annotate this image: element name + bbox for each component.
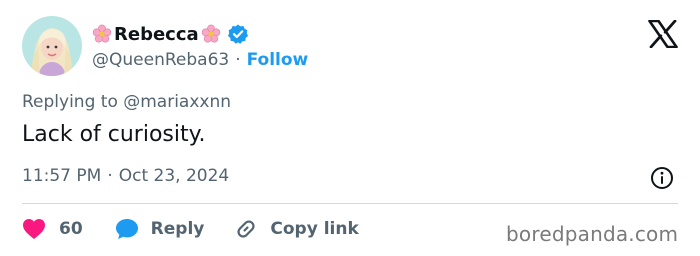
cherry-blossom-icon	[201, 24, 221, 44]
author-name-row[interactable]: Rebecca	[92, 21, 249, 47]
author-handle-row: @QueenReba63 · Follow	[92, 48, 308, 72]
watermark: boredpanda.com	[506, 222, 679, 246]
tweet-timestamp[interactable]: 11:57 PM · Oct 23, 2024	[22, 166, 229, 186]
avatar[interactable]	[22, 16, 82, 76]
separator-dot: ·	[235, 50, 241, 70]
author-handle[interactable]: @QueenReba63	[92, 50, 229, 70]
tweet-card: Rebecca @QueenReba63 · Follow Replying t…	[0, 0, 700, 256]
like-count: 60	[59, 219, 83, 239]
reply-button[interactable]: Reply	[115, 218, 205, 240]
x-logo-icon[interactable]	[648, 19, 678, 49]
heart-icon	[23, 219, 45, 239]
tweet-time: 11:57 PM	[22, 166, 102, 186]
follow-button[interactable]: Follow	[247, 50, 309, 70]
timestamp-separator: ·	[107, 166, 113, 186]
link-icon	[237, 220, 255, 238]
cherry-blossom-icon	[92, 24, 112, 44]
tweet-actions: 60 Reply Copy link	[22, 215, 359, 243]
verified-badge-icon	[227, 23, 249, 45]
like-button[interactable]: 60	[22, 218, 83, 240]
tweet-text: Lack of curiosity.	[22, 122, 206, 147]
info-icon[interactable]	[650, 166, 674, 190]
copy-link-button[interactable]: Copy link	[234, 217, 359, 241]
copy-link-label: Copy link	[270, 219, 359, 239]
replying-to-label: Replying to @mariaxxnn	[22, 92, 232, 112]
tweet-date: Oct 23, 2024	[118, 166, 230, 186]
divider	[22, 203, 678, 204]
reply-label: Reply	[150, 219, 205, 239]
author-display-name: Rebecca	[114, 23, 199, 45]
reply-bubble-icon	[115, 219, 138, 239]
